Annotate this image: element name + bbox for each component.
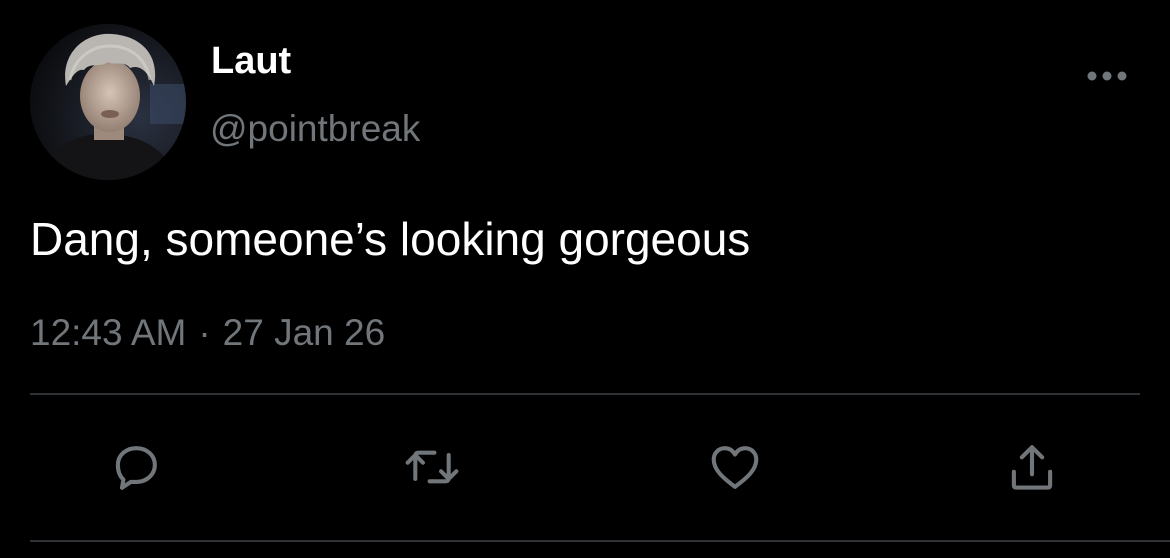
share-button[interactable] xyxy=(1000,432,1064,502)
retweet-button[interactable] xyxy=(400,432,464,502)
retweet-icon xyxy=(405,450,459,484)
tweet-text: Dang, someone’s looking gorgeous xyxy=(30,213,751,265)
like-button[interactable] xyxy=(703,432,767,502)
divider xyxy=(30,540,1170,542)
divider xyxy=(30,393,1140,395)
tweet-timestamp[interactable]: 12:43 AM · 27 Jan 26 xyxy=(30,310,385,356)
tweet-date: 27 Jan 26 xyxy=(222,312,386,353)
reply-icon xyxy=(115,446,157,490)
user-handle[interactable]: @pointbreak xyxy=(210,106,420,152)
action-bar xyxy=(0,432,1170,506)
timestamp-separator: · xyxy=(198,312,211,353)
share-icon xyxy=(1011,445,1053,490)
display-name[interactable]: Laut xyxy=(211,38,291,84)
avatar-photo xyxy=(30,24,186,180)
reply-button[interactable] xyxy=(104,432,168,502)
heart-icon xyxy=(711,446,759,489)
tweet-card: Laut @pointbreak Dang, someone’s looking… xyxy=(0,0,1170,558)
avatar[interactable] xyxy=(30,24,186,180)
more-horizontal-icon xyxy=(1087,71,1127,81)
more-options-button[interactable] xyxy=(1082,58,1132,94)
tweet-time: 12:43 AM xyxy=(30,312,187,353)
